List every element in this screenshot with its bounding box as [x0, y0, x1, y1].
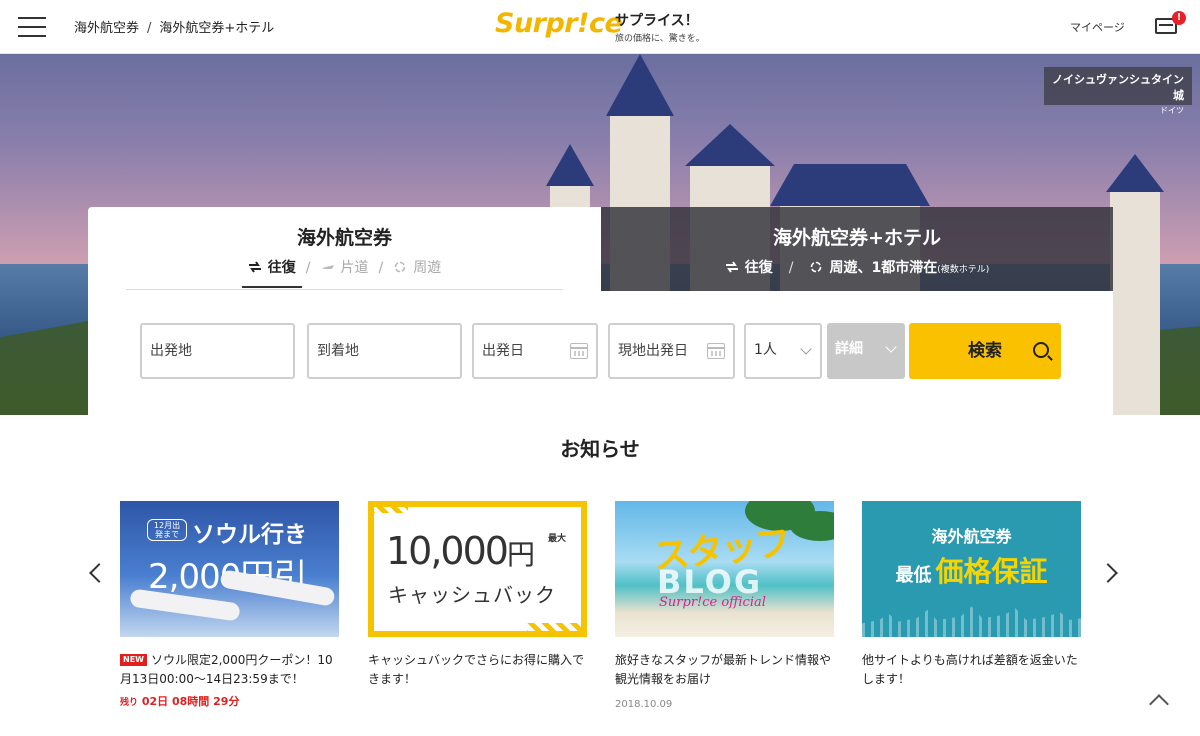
hotel-trip-multicity[interactable]: 周遊、1都市滞在(複数ホテル) [803, 257, 995, 286]
depart-date-field[interactable]: 出発日 [472, 323, 598, 379]
seoul-coupon-banner[interactable]: 12月出発まで ソウル行き 2,000円引 [120, 501, 339, 637]
hamburger-menu-icon[interactable] [18, 16, 46, 38]
destination-field[interactable]: 到着地 [307, 323, 462, 379]
mypage-link[interactable]: マイページ [1070, 19, 1125, 35]
hotel-trip-roundtrip[interactable]: 往復 [719, 257, 779, 286]
breadcrumb: 海外航空券 / 海外航空券+ホテル [74, 21, 275, 36]
detail-button[interactable]: 詳細 [827, 323, 905, 379]
chevron-down-icon [800, 343, 812, 355]
calendar-icon [570, 343, 588, 359]
news-date: 2018.10.09 [615, 699, 673, 710]
news-text: キャッシュバックでさらにお得に購入できます！ [368, 653, 585, 686]
trip-multicity[interactable]: 周遊 [387, 257, 447, 286]
logo-tagline: 旅の価格に、驚きを。 [615, 34, 705, 44]
breadcrumb-air[interactable]: 海外航空券 [74, 21, 139, 36]
tab-air[interactable]: 海外航空券 往復 / 片道 / 周遊 [88, 207, 601, 291]
news-text: 旅好きなスタッフが最新トレンド情報や観光情報をお届け [615, 653, 832, 686]
logo-wordmark: Surpr!ce [495, 8, 623, 39]
hero-caption-country: ドイツ [1160, 106, 1184, 115]
passengers-select[interactable]: 1人 [744, 323, 822, 379]
plane-icon [321, 261, 335, 273]
origin-field[interactable]: 出発地 [140, 323, 295, 379]
tab-divider [126, 289, 563, 290]
chevron-down-icon [885, 341, 897, 353]
palm-tree [790, 511, 834, 541]
hero-caption-title: ノイシュヴァンシュタイン城 [1052, 73, 1184, 102]
news-card-seoul[interactable]: 12月出発まで ソウル行き 2,000円引 NEWソウル限定2,000円クーポン… [120, 501, 339, 709]
roundtrip-icon [725, 261, 739, 273]
search-icon [1033, 342, 1049, 358]
search-tabs: 海外航空券 往復 / 片道 / 周遊 海外航空券+ホテル 往復 / 周遊、1都市滞在(… [88, 207, 1113, 291]
air-hotel-trip-types: 往復 / 周遊、1都市滞在(複数ホテル) [601, 257, 1113, 286]
carousel-next-icon[interactable] [1098, 563, 1118, 583]
trip-oneway[interactable]: 片道 [315, 257, 375, 286]
skyline-illustration [862, 606, 1081, 637]
local-depart-date-field[interactable]: 現地出発日 [608, 323, 735, 379]
tab-air-title: 海外航空券 [296, 227, 392, 249]
carousel-prev-icon[interactable] [89, 563, 109, 583]
cashback-banner[interactable]: 10,000円 最大 キャッシュバック [368, 501, 587, 637]
news-card-blog[interactable]: スタッフ BLOG Surpr!ce official 旅好きなスタッフが最新ト… [615, 501, 834, 710]
news-card-cashback[interactable]: 10,000円 最大 キャッシュバック キャッシュバックでさらにお得に購入できま… [368, 501, 587, 689]
search-form: 出発地 到着地 出発日 現地出発日 1人 詳細 検索 [88, 291, 1113, 415]
roundtrip-icon [248, 261, 262, 273]
staff-blog-banner[interactable]: スタッフ BLOG Surpr!ce official [615, 501, 834, 637]
news-heading: お知らせ [560, 437, 640, 461]
price-guarantee-banner[interactable]: 海外航空券 最低 価格保証 [862, 501, 1081, 637]
tab-air-hotel[interactable]: 海外航空券+ホテル 往復 / 周遊、1都市滞在(複数ホテル) [601, 207, 1113, 291]
news-text: ソウル限定2,000円クーポン！10月13日00:00～14日23:59まで！ [120, 653, 333, 686]
countdown: 残り 02日 08時間 29分 [120, 695, 240, 708]
new-badge: NEW [120, 654, 147, 666]
banner-pill: 12月出発まで [147, 519, 187, 541]
multicity-icon [393, 261, 407, 273]
calendar-icon [707, 343, 725, 359]
air-trip-types: 往復 / 片道 / 周遊 [88, 257, 601, 288]
multicity-icon [809, 261, 823, 273]
site-header: 海外航空券 / 海外航空券+ホテル Surpr!ce サプライス！ 旅の価格に、驚き… [0, 0, 1200, 54]
tab-air-hotel-title: 海外航空券+ホテル [773, 227, 941, 249]
logo-japanese: サプライス！ [615, 13, 699, 29]
scroll-to-top-icon[interactable] [1149, 694, 1169, 714]
news-text: 他サイトよりも高ければ差額を返金いたします！ [862, 653, 1078, 686]
news-card-price-guarantee[interactable]: 海外航空券 最低 価格保証 他サイトよりも高ければ差額を返金いたします！ [862, 501, 1081, 689]
search-button[interactable]: 検索 [909, 323, 1061, 379]
hero-caption: ノイシュヴァンシュタイン城 ドイツ [1044, 67, 1192, 115]
breadcrumb-air-hotel[interactable]: 海外航空券+ホテル [159, 21, 274, 36]
cart-badge: ! [1172, 11, 1186, 25]
trip-roundtrip[interactable]: 往復 [241, 257, 302, 288]
